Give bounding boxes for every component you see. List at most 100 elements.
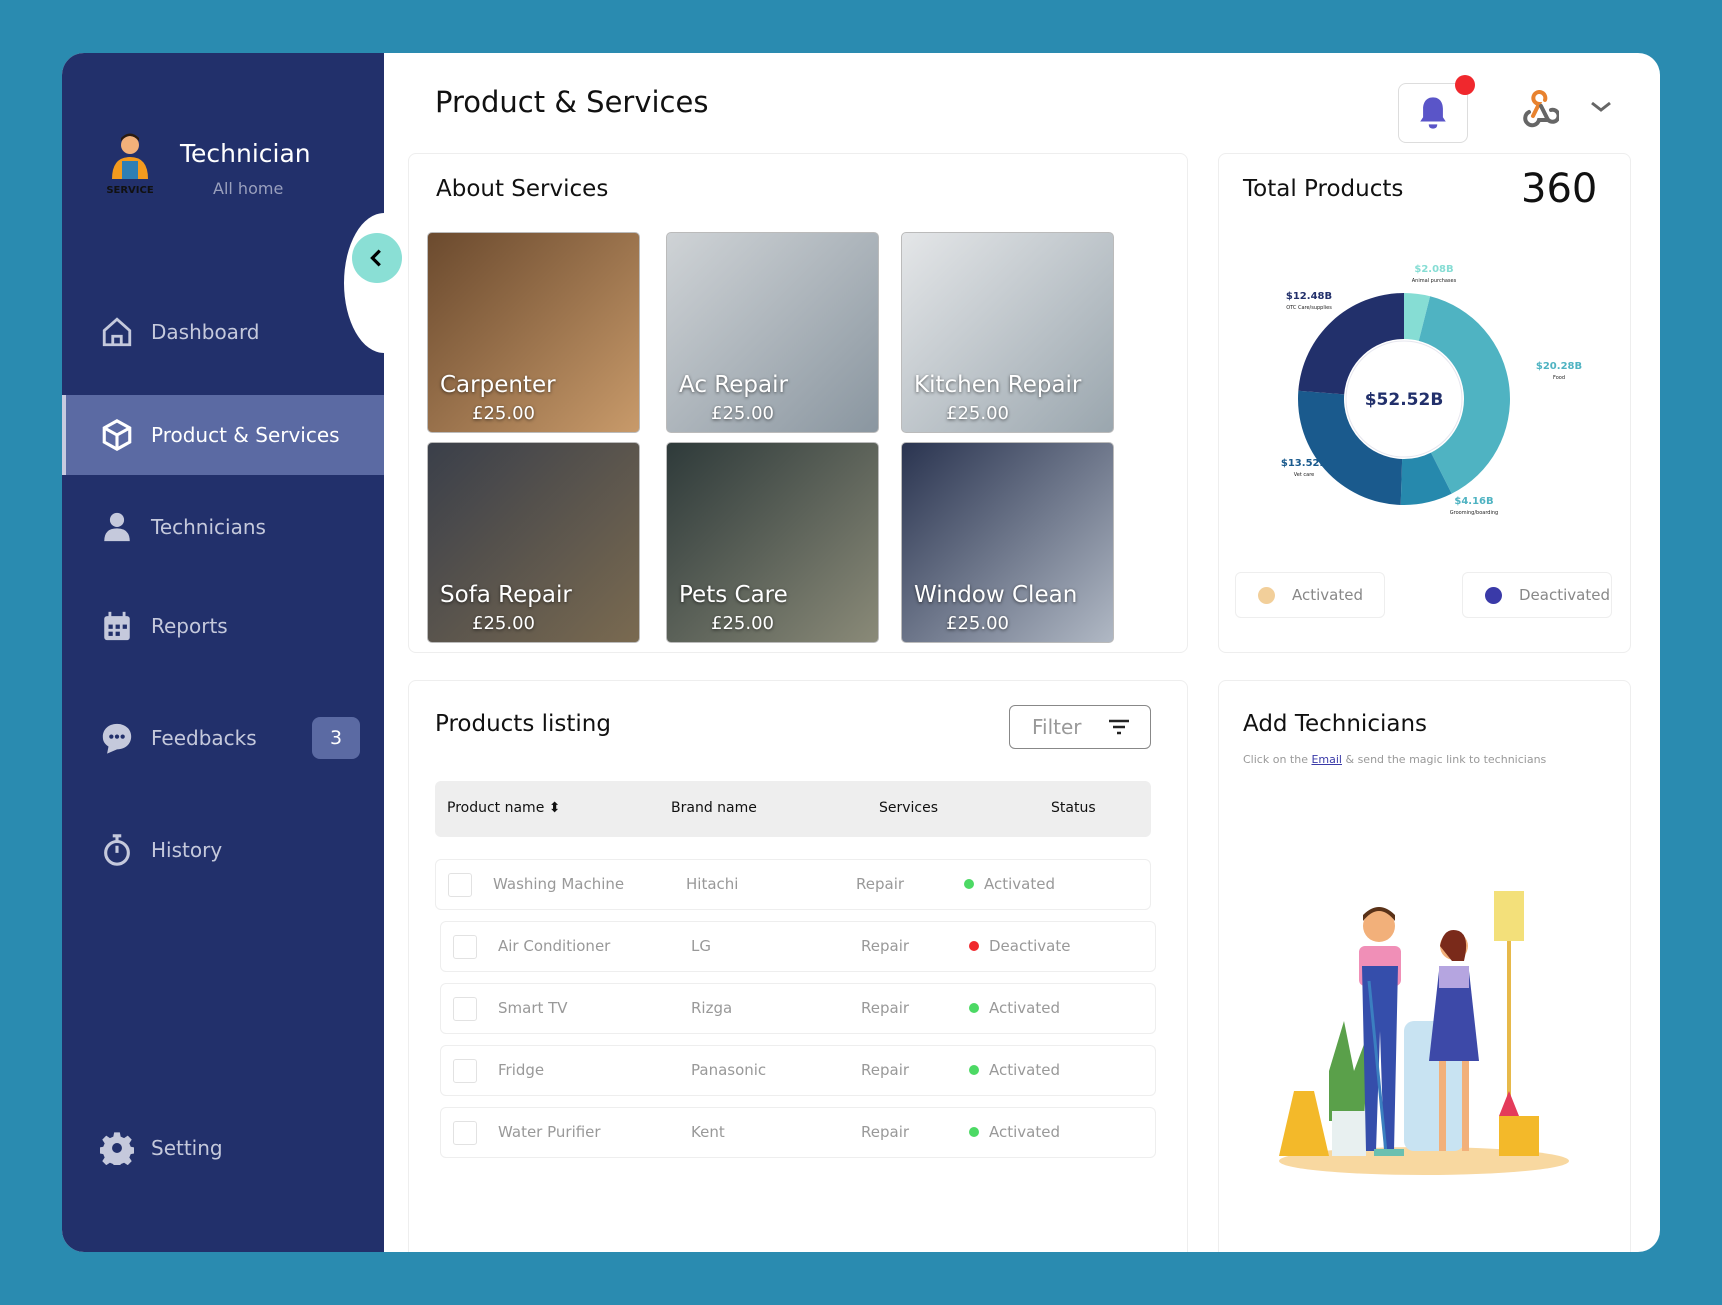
sidebar-item-technicians[interactable]: Technicians bbox=[62, 487, 384, 567]
column-product-name[interactable]: Product name ⬍ bbox=[447, 800, 561, 816]
column-services: Services bbox=[879, 800, 939, 816]
brand-name: Kent bbox=[691, 1123, 725, 1141]
brand-name: LG bbox=[691, 937, 711, 955]
sidebar-item-product-services[interactable]: Product & Services bbox=[62, 395, 384, 475]
sidebar-item-setting[interactable]: Setting bbox=[62, 1108, 384, 1188]
service-card[interactable]: Kitchen Repair £25.00 bbox=[901, 232, 1114, 433]
status-label: Deactivate bbox=[989, 937, 1071, 955]
slice-value-label: $13.52B bbox=[1281, 458, 1327, 469]
status-label: Activated bbox=[989, 1123, 1060, 1141]
add-technicians-hint: Click on the Email & send the magic link… bbox=[1243, 753, 1546, 766]
chat-icon bbox=[102, 723, 132, 754]
service-type: Repair bbox=[861, 1061, 910, 1079]
chevron-down-icon[interactable] bbox=[1589, 98, 1613, 116]
slice-value-label: $12.48B bbox=[1286, 291, 1332, 302]
app-window: SERVICE Technician All home Dashboard Pr… bbox=[62, 53, 1660, 1252]
products-listing-title: Products listing bbox=[435, 711, 611, 737]
home-icon bbox=[102, 317, 132, 347]
slice-category-label: Animal purchases bbox=[1412, 278, 1457, 284]
column-status: Status bbox=[1051, 800, 1096, 816]
bell-icon bbox=[1420, 97, 1446, 129]
brand-name: Hitachi bbox=[686, 875, 739, 893]
sidebar-item-feedbacks[interactable]: Feedbacks 3 bbox=[62, 698, 384, 778]
service-type: Repair bbox=[861, 1123, 910, 1141]
table-row[interactable]: Smart TV Rizga Repair Activated bbox=[440, 983, 1156, 1034]
status-label: Activated bbox=[989, 1061, 1060, 1079]
table-header: Product name ⬍ Brand name Services Statu… bbox=[435, 781, 1151, 837]
box-icon bbox=[102, 419, 132, 451]
about-services-title: About Services bbox=[436, 176, 609, 202]
about-services-panel: About Services Carpenter £25.00 Ac Repair £… bbox=[408, 153, 1188, 653]
table-row[interactable]: Air Conditioner LG Repair Deactivate bbox=[440, 921, 1156, 972]
table-row[interactable]: Water Purifier Kent Repair Activated bbox=[440, 1107, 1156, 1158]
product-name: Water Purifier bbox=[498, 1123, 601, 1141]
service-card[interactable]: Pets Care £25.00 bbox=[666, 442, 879, 643]
status: Activated bbox=[969, 1123, 1060, 1141]
product-name: Air Conditioner bbox=[498, 937, 611, 955]
service-card[interactable]: Sofa Repair £25.00 bbox=[427, 442, 640, 643]
legend-swatch bbox=[1258, 586, 1275, 604]
collapse-sidebar-button[interactable] bbox=[352, 233, 402, 283]
sidebar-item-history[interactable]: History bbox=[62, 810, 384, 890]
products-listing-panel: Products listing Filter Product name ⬍ B… bbox=[408, 680, 1188, 1252]
email-link[interactable]: Email bbox=[1311, 753, 1342, 766]
add-technicians-title: Add Technicians bbox=[1243, 711, 1428, 737]
slice-category-label: Vet care bbox=[1294, 472, 1315, 478]
filter-icon bbox=[1109, 719, 1129, 735]
slice-category-label: Grooming/boarding bbox=[1450, 510, 1498, 516]
table-row[interactable]: Washing Machine Hitachi Repair Activated bbox=[435, 859, 1151, 910]
filter-button[interactable]: Filter bbox=[1009, 705, 1151, 749]
legend-deactivated[interactable]: Deactivated bbox=[1462, 572, 1612, 618]
status-dot bbox=[969, 1003, 979, 1013]
status: Activated bbox=[969, 999, 1060, 1017]
service-card[interactable]: Carpenter £25.00 bbox=[427, 232, 640, 433]
service-price: £25.00 bbox=[946, 613, 1009, 634]
status-dot bbox=[969, 1065, 979, 1075]
table-row[interactable]: Fridge Panasonic Repair Activated bbox=[440, 1045, 1156, 1096]
donut-total: $52.52B bbox=[1365, 390, 1444, 410]
row-checkbox[interactable] bbox=[453, 935, 477, 959]
slice-category-label: OTC Care/supplies bbox=[1286, 305, 1332, 311]
sidebar-item-dashboard[interactable]: Dashboard bbox=[62, 292, 384, 372]
legend-swatch bbox=[1485, 586, 1502, 604]
slice-category-label: Food bbox=[1553, 375, 1565, 381]
service-price: £25.00 bbox=[711, 613, 774, 634]
row-checkbox[interactable] bbox=[453, 997, 477, 1021]
sidebar-item-label: Feedbacks bbox=[151, 726, 257, 750]
row-checkbox[interactable] bbox=[448, 873, 472, 897]
status-dot bbox=[969, 941, 979, 951]
service-name: Kitchen Repair bbox=[914, 372, 1082, 398]
technician-logo: SERVICE bbox=[106, 133, 154, 196]
page-title: Product & Services bbox=[435, 85, 709, 119]
add-technicians-panel: Add Technicians Click on the Email & sen… bbox=[1218, 680, 1631, 1252]
brand-name: Rizga bbox=[691, 999, 733, 1017]
slice-value-label: $4.16B bbox=[1454, 496, 1493, 507]
sidebar-item-label: Dashboard bbox=[151, 320, 260, 344]
webhook-icon[interactable] bbox=[1519, 90, 1559, 130]
row-checkbox[interactable] bbox=[453, 1059, 477, 1083]
service-name: Sofa Repair bbox=[440, 582, 572, 608]
legend-activated[interactable]: Activated bbox=[1235, 572, 1385, 618]
hint-text: & send the magic link to technicians bbox=[1342, 753, 1547, 766]
sidebar-item-label: History bbox=[151, 838, 223, 862]
gear-icon bbox=[100, 1132, 134, 1165]
sidebar-item-label: Setting bbox=[151, 1136, 223, 1160]
chevron-left-icon bbox=[370, 249, 381, 267]
status-dot bbox=[964, 879, 974, 889]
product-name: Washing Machine bbox=[493, 875, 625, 893]
slice-value-label: $20.28B bbox=[1536, 361, 1582, 372]
sidebar-item-label: Technicians bbox=[151, 515, 266, 539]
service-name: Window Clean bbox=[914, 582, 1078, 608]
service-card[interactable]: Ac Repair £25.00 bbox=[666, 232, 879, 433]
service-name: Ac Repair bbox=[679, 372, 788, 398]
sidebar-item-label: Product & Services bbox=[151, 423, 340, 447]
status: Activated bbox=[969, 1061, 1060, 1079]
service-price: £25.00 bbox=[711, 403, 774, 424]
status: Deactivate bbox=[969, 937, 1070, 955]
service-card[interactable]: Window Clean £25.00 bbox=[901, 442, 1114, 643]
stopwatch-icon bbox=[104, 834, 130, 866]
sidebar-item-reports[interactable]: Reports bbox=[62, 586, 384, 666]
row-checkbox[interactable] bbox=[453, 1121, 477, 1145]
column-label: Product name bbox=[447, 800, 545, 816]
sort-icon: ⬍ bbox=[548, 800, 561, 816]
